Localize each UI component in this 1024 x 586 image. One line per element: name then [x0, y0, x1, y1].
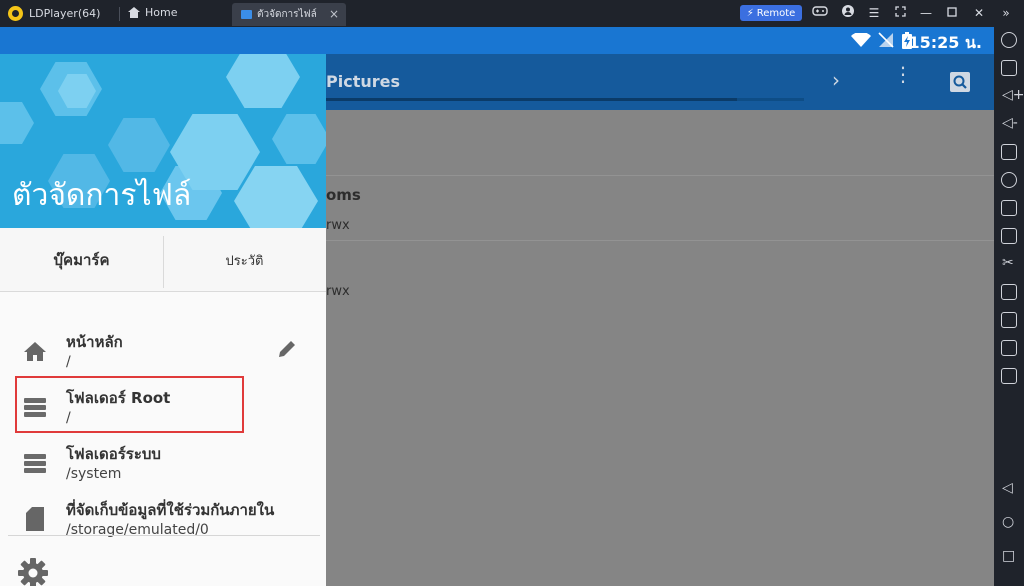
- screen-resize-icon[interactable]: [1001, 144, 1017, 160]
- chevron-right-icon[interactable]: ›: [832, 68, 840, 92]
- drawer-divider: [8, 535, 320, 536]
- home-icon: [22, 340, 48, 362]
- settings-icon[interactable]: [1001, 32, 1017, 48]
- apk-install-icon[interactable]: [1001, 228, 1017, 244]
- back-nav-icon[interactable]: ◁: [1002, 480, 1013, 496]
- record-icon[interactable]: [1001, 172, 1017, 188]
- folder-icon: [241, 10, 252, 19]
- menu-icon[interactable]: ☰: [866, 5, 882, 21]
- account-icon[interactable]: [840, 5, 856, 21]
- close-tab-icon[interactable]: ×: [329, 7, 339, 21]
- sidebar-expand-icon[interactable]: »: [998, 5, 1014, 21]
- highlight-box: [15, 376, 244, 433]
- more-vert-icon[interactable]: ⋮: [893, 64, 913, 84]
- drawer-tabs: บุ๊คมาร์ค ประวัติ: [0, 228, 326, 292]
- path-progress-fill: [326, 98, 738, 101]
- drawer-header: ตัวจัดการไฟล์: [0, 54, 326, 228]
- list-divider: [326, 240, 994, 241]
- settings-gear-icon[interactable]: [17, 557, 49, 586]
- path-progress-bar: [326, 98, 804, 101]
- maximize-icon[interactable]: [944, 5, 960, 21]
- file-permissions: rwx: [326, 218, 350, 233]
- search-icon[interactable]: [950, 72, 970, 92]
- android-screen: 15:25 น. Pictures › ⋮ oms rwx rwx ตัวจัด…: [0, 27, 994, 586]
- list-divider: [326, 175, 994, 176]
- emulator-sidebar: ◁+ ◁- ✂ ◁ ○ □: [994, 27, 1024, 586]
- hexagon-decoration: [0, 102, 34, 144]
- android-status-bar: 15:25 น.: [0, 27, 994, 54]
- clock: 15:25 น.: [908, 33, 982, 52]
- shake-icon[interactable]: [1001, 340, 1017, 356]
- scissors-icon[interactable]: ✂: [1002, 255, 1014, 271]
- navigation-drawer: ตัวจัดการไฟล์ บุ๊คมาร์ค ประวัติ หน้าหลัก…: [0, 54, 326, 586]
- home-nav-icon[interactable]: ○: [1002, 514, 1014, 530]
- recents-nav-icon[interactable]: □: [1002, 548, 1015, 564]
- hexagon-decoration: [108, 118, 170, 172]
- list-icon: [22, 452, 48, 474]
- volume-up-icon[interactable]: ◁+: [1002, 87, 1024, 103]
- gamepad-icon[interactable]: [812, 5, 828, 21]
- drawer-title: ตัวจัดการไฟล์: [12, 178, 192, 213]
- drawer-item-path: /: [66, 354, 71, 370]
- drawer-item-title: ที่จัดเก็บข้อมูลที่ใช้ร่วมกันภายใน: [66, 501, 275, 519]
- volume-down-icon[interactable]: ◁-: [1002, 115, 1018, 131]
- emulator-titlebar: LDPlayer(64) Home ตัวจัดการไฟล์ × ⚡ Remo…: [0, 0, 1024, 27]
- tab-bookmarks[interactable]: บุ๊คมาร์ค: [0, 228, 163, 292]
- video-icon[interactable]: [1001, 284, 1017, 300]
- no-signal-icon: [878, 32, 894, 52]
- wifi-icon: [851, 31, 871, 52]
- hexagon-decoration: [234, 166, 318, 228]
- drawer-item-title: หน้าหลัก: [66, 333, 123, 351]
- tab-file-manager-label: ตัวจัดการไฟล์: [257, 9, 317, 20]
- drawer-item-system-folder[interactable]: โฟลเดอร์ระบบ /system: [0, 434, 326, 490]
- minimize-icon[interactable]: —: [918, 5, 934, 21]
- tab-home-label: Home: [145, 6, 178, 19]
- edit-pencil-icon[interactable]: [276, 338, 298, 364]
- file-name[interactable]: oms: [326, 186, 361, 204]
- sync-icon[interactable]: [1001, 312, 1017, 328]
- tab-history[interactable]: ประวัติ: [163, 228, 326, 292]
- add-screen-icon[interactable]: [1001, 200, 1017, 216]
- remote-button[interactable]: ⚡ Remote: [740, 5, 802, 21]
- tab-file-manager[interactable]: ตัวจัดการไฟล์ ×: [232, 3, 346, 26]
- sd-card-icon: [24, 506, 50, 531]
- tab-home[interactable]: Home: [128, 6, 177, 19]
- lightning-icon: ⚡: [746, 7, 754, 19]
- emulator-title: LDPlayer(64): [29, 7, 101, 20]
- hexagon-decoration: [226, 54, 300, 108]
- drawer-item-title: โฟลเดอร์ระบบ: [66, 445, 161, 463]
- hexagon-decoration: [272, 114, 326, 164]
- more-options-icon[interactable]: [1001, 368, 1017, 384]
- drawer-item-home[interactable]: หน้าหลัก /: [0, 322, 326, 378]
- fullscreen-icon[interactable]: [892, 5, 908, 21]
- ldplayer-logo-icon: [8, 6, 23, 21]
- file-permissions: rwx: [326, 284, 350, 299]
- drawer-item-internal-storage[interactable]: ที่จัดเก็บข้อมูลที่ใช้ร่วมกันภายใน /stor…: [0, 490, 326, 546]
- remote-button-label: Remote: [756, 7, 796, 19]
- keyboard-icon[interactable]: [1001, 60, 1017, 76]
- close-window-icon[interactable]: ✕: [971, 5, 987, 21]
- path-title[interactable]: Pictures: [326, 72, 400, 91]
- drawer-item-path: /system: [66, 466, 122, 482]
- home-icon: [128, 7, 140, 18]
- tab-divider: [119, 7, 120, 21]
